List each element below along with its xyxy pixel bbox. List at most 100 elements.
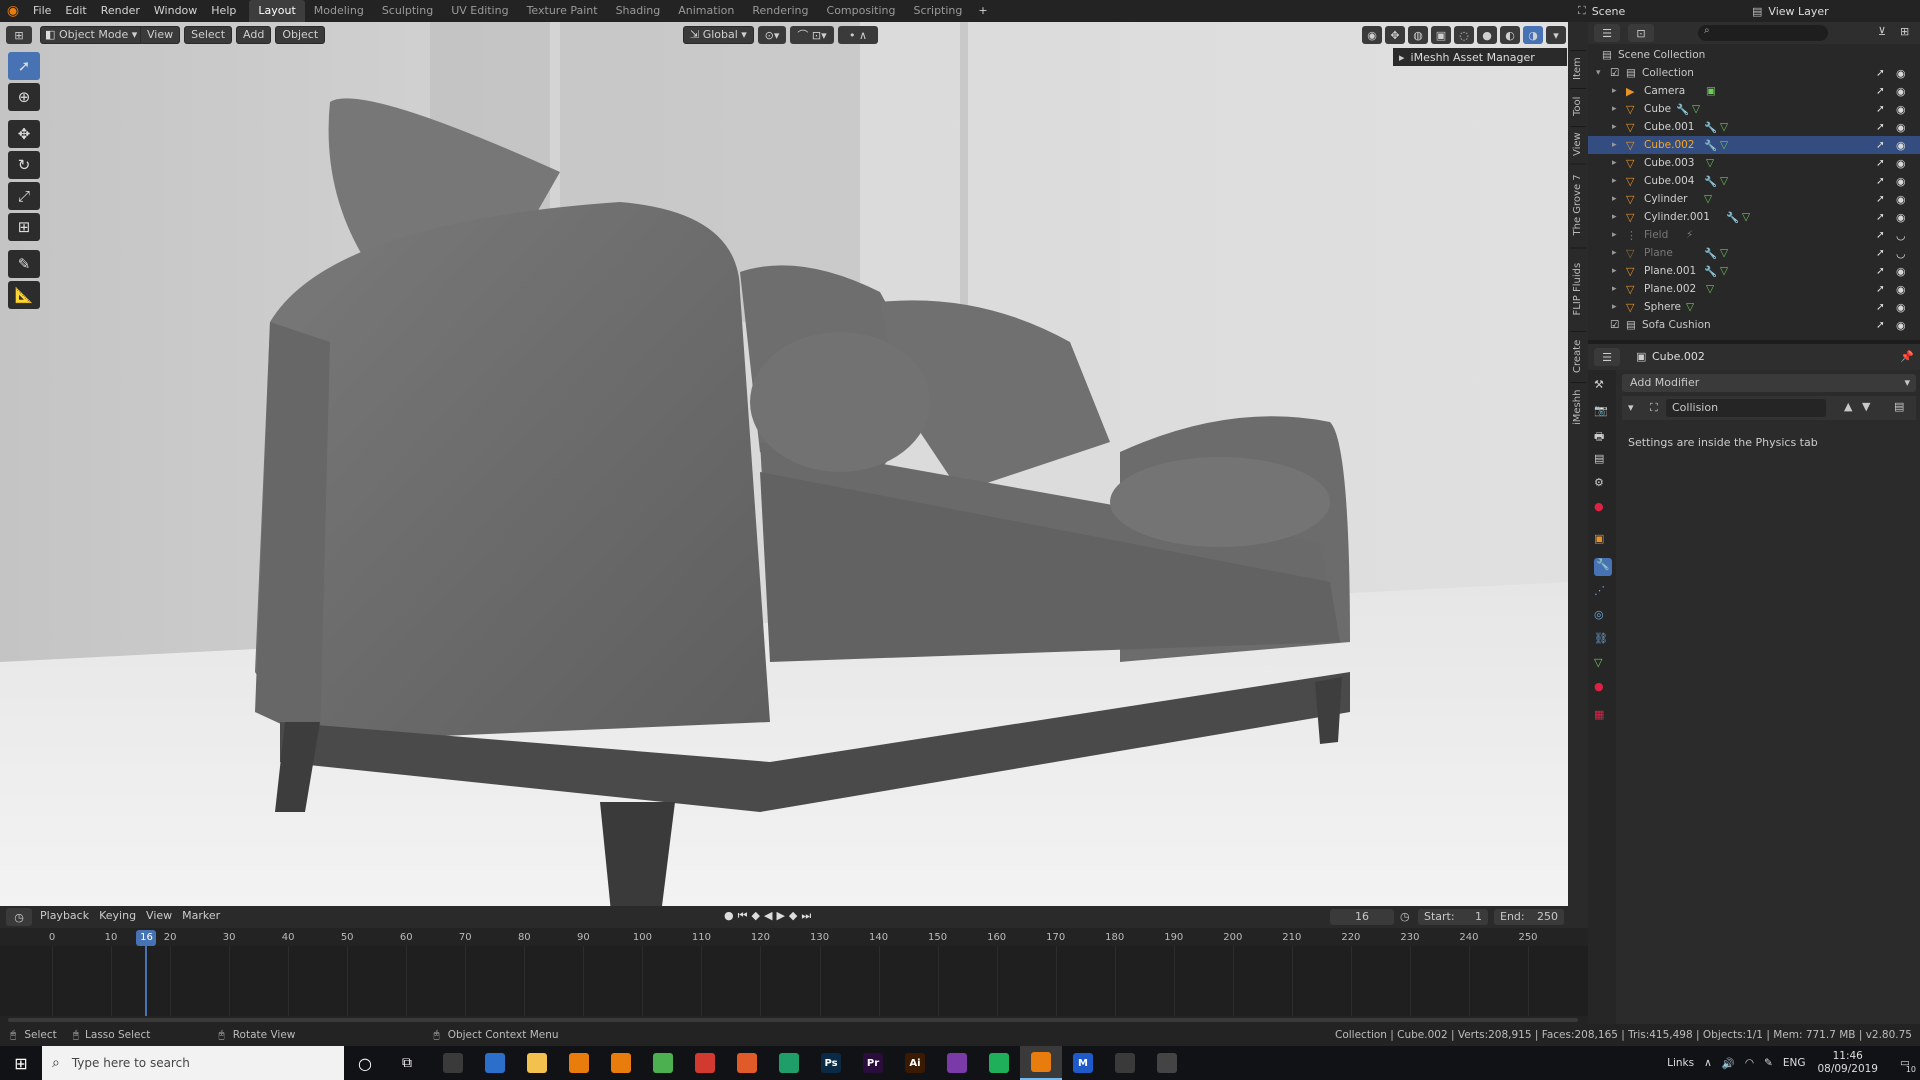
outliner-row-plane-002[interactable]: ▸ ▽ Plane.002 ▽ ➚ ◉ [1588,280,1920,298]
material-tab-icon[interactable]: ● [1594,680,1604,693]
menu-window[interactable]: Window [147,0,204,22]
output-tab-icon[interactable]: 🖶 [1594,428,1604,447]
play-icon[interactable]: ▶ [776,909,784,923]
texture-tab-icon[interactable]: ▦ [1594,708,1604,721]
timeline-editor-icon[interactable]: ◷ [6,908,32,926]
mode-dropdown[interactable]: ◧ Object Mode ▾ [40,26,145,44]
outliner-row-cylinder-001[interactable]: ▸ ▽ Cylinder.001 🔧 ▽ ➚ ◉ [1588,208,1920,226]
start-frame-field[interactable]: Start: 1 [1418,909,1488,925]
jump-end-icon[interactable]: ⏭ [801,909,811,923]
taskbar-photoshop-icon[interactable]: Ps [810,1046,852,1080]
scene-selector[interactable]: ⛶ Scene [1578,2,1728,20]
expand-arrow-icon[interactable]: ▸ [1612,104,1617,114]
outliner-row-cube[interactable]: ▸ ▽ Cube 🔧 ▽ ➚ ◉ [1588,100,1920,118]
pivot-dropdown[interactable]: ⊙▾ [758,26,786,44]
taskbar-app-orange-icon[interactable] [726,1046,768,1080]
outliner-row-plane[interactable]: ▸ ▽ Plane 🔧 ▽ ➚ ◡ [1588,244,1920,262]
taskbar-app-red-icon[interactable] [684,1046,726,1080]
sidebar-tab-imeshh[interactable]: iMeshh [1570,382,1586,431]
expand-arrow-icon[interactable]: ▸ [1612,194,1617,204]
constraints-tab-icon[interactable]: ⛓ [1594,632,1608,645]
visibility-eye-icon[interactable]: ◡ [1896,247,1906,260]
language-indicator[interactable]: ENG [1783,1057,1806,1069]
measure-tool-icon[interactable]: 📐 [8,281,40,309]
select-arrow-icon[interactable]: ➚ [1876,211,1885,223]
select-arrow-icon[interactable]: ➚ [1876,67,1885,79]
tab-compositing[interactable]: Compositing [818,0,905,22]
timeline-menu-keying[interactable]: Keying [99,909,136,922]
scale-tool-icon[interactable]: ⤢ [8,182,40,210]
clock[interactable]: 11:46 08/09/2019 [1817,1050,1878,1076]
taskbar-app-circle-icon[interactable] [1146,1046,1188,1080]
sidebar-tab-tool[interactable]: Tool [1570,88,1586,124]
modifier-tab-icon[interactable]: 🔧 [1594,558,1612,576]
expand-arrow-icon[interactable]: ▸ [1612,140,1617,150]
pen-icon[interactable]: ✎ [1764,1057,1773,1069]
rendered-shading-icon[interactable]: ◑ [1523,26,1543,44]
tab-rendering[interactable]: Rendering [743,0,817,22]
menu-edit[interactable]: Edit [58,0,93,22]
tray-chevron-icon[interactable]: ∧ [1704,1057,1712,1069]
modifier-name-field[interactable]: Collision [1666,399,1826,417]
proportional-edit-toggle[interactable]: • ∧ [838,26,878,44]
visibility-eye-icon[interactable]: ◉ [1896,103,1906,116]
timeline-scrollbar[interactable] [8,1018,1578,1022]
outliner-row-cube-003[interactable]: ▸ ▽ Cube.003 ▽ ➚ ◉ [1588,154,1920,172]
links-label[interactable]: Links [1667,1057,1694,1069]
visibility-eye-icon[interactable]: ◉ [1896,265,1906,278]
select-arrow-icon[interactable]: ➚ [1876,229,1885,241]
volume-icon[interactable]: 🔊 [1722,1057,1735,1070]
collapse-arrow-icon[interactable]: ▾ [1596,68,1601,78]
outliner-scene-collection[interactable]: ▤ Scene Collection [1588,46,1920,64]
visibility-eye-icon[interactable]: ◉ [1896,175,1906,188]
expand-arrow-icon[interactable]: ▸ [1612,212,1617,222]
tab-sculpting[interactable]: Sculpting [373,0,442,22]
display-mode-icon[interactable]: ⊡ [1628,24,1654,42]
frame-ruler[interactable]: 0 10 20 30 40 50 60 70 80 90 100 110 120 130 140 150 160… [0,930,1588,946]
keyframe-area[interactable] [0,946,1588,1016]
end-frame-field[interactable]: End: 250 [1494,909,1564,925]
current-frame-field[interactable]: 16 [1330,909,1394,925]
tab-texture-paint[interactable]: Texture Paint [518,0,607,22]
checkbox-icon[interactable]: ☑ [1610,319,1619,331]
render-tab-icon[interactable]: 📷 [1594,404,1608,417]
visibility-eye-icon[interactable]: ◉ [1896,211,1906,224]
select-arrow-icon[interactable]: ➚ [1876,283,1885,295]
cursor-tool-icon[interactable]: ⊕ [8,83,40,111]
taskbar-blender-active-icon[interactable] [1020,1046,1062,1080]
visibility-eye-icon[interactable]: ◉ [1896,283,1906,296]
tab-uv-editing[interactable]: UV Editing [442,0,517,22]
prev-keyframe-icon[interactable]: ◆ [752,909,760,923]
particles-tab-icon[interactable]: ⋰ [1594,584,1605,597]
taskbar-illustrator-icon[interactable]: Ai [894,1046,936,1080]
outliner-collection[interactable]: ▾ ☑ ▤ Collection ➚ ◉ [1588,64,1920,82]
outliner-row-field[interactable]: ▸ ⋮ Field ⚡ ➚ ◡ [1588,226,1920,244]
taskbar-premiere-icon[interactable]: Pr [852,1046,894,1080]
physics-tab-icon[interactable]: ◎ [1594,608,1604,621]
filter-icon[interactable]: ⊻ [1878,25,1886,38]
sidebar-tab-view[interactable]: View [1570,126,1586,162]
expand-arrow-icon[interactable]: ▸ [1612,86,1617,96]
outliner-row-cylinder[interactable]: ▸ ▽ Cylinder ▽ ➚ ◉ [1588,190,1920,208]
taskbar-blender-b-icon[interactable] [600,1046,642,1080]
checkbox-icon[interactable]: ☑ [1610,67,1619,79]
start-button[interactable]: ⊞ [0,1046,42,1080]
viewport-menu-select[interactable]: Select [184,26,233,44]
select-arrow-icon[interactable]: ➚ [1876,193,1885,205]
select-arrow-icon[interactable]: ➚ [1876,121,1885,133]
expand-arrow-icon[interactable]: ▸ [1612,248,1617,258]
visibility-eye-icon[interactable]: ◉ [1896,157,1906,170]
select-arrow-icon[interactable]: ➚ [1876,103,1885,115]
taskbar-image-viewer-icon[interactable] [1104,1046,1146,1080]
select-arrow-icon[interactable]: ➚ [1876,265,1885,277]
annotate-tool-icon[interactable]: ✎ [8,250,40,278]
add-workspace-button[interactable]: + [971,0,994,22]
tab-layout[interactable]: Layout [249,0,305,22]
visibility-eye-icon[interactable]: ◉ [1896,301,1906,314]
editor-type-button[interactable]: ⊞ [6,26,32,44]
outliner-sofa-cushion[interactable]: ☑ ▤ Sofa Cushion ➚ ◉ [1588,316,1920,334]
add-modifier-dropdown[interactable]: Add Modifier ▾ [1622,374,1916,392]
properties-editor-icon[interactable]: ☰ [1594,348,1620,366]
taskbar-photos-icon[interactable] [936,1046,978,1080]
select-arrow-icon[interactable]: ➚ [1876,247,1885,259]
